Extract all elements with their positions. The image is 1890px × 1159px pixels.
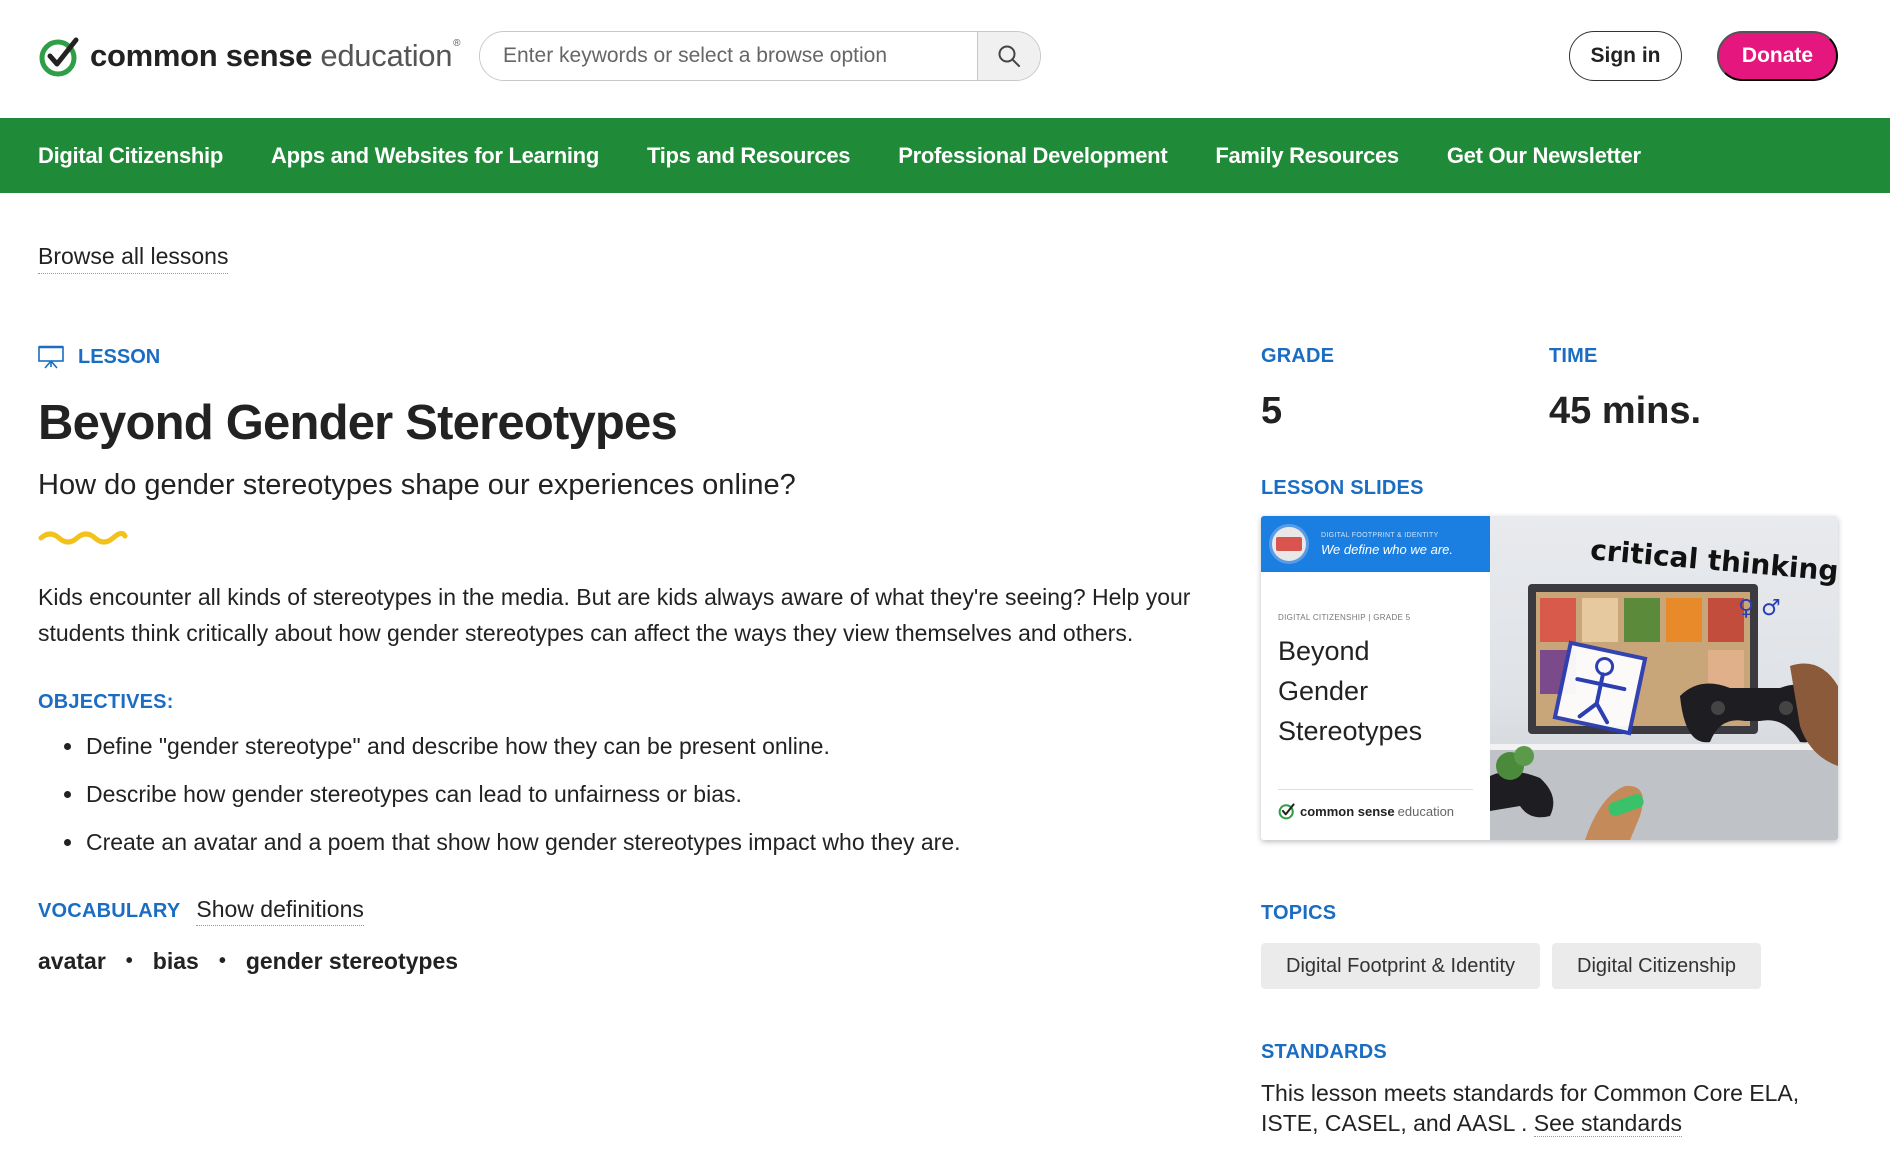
nav-item-family-resources[interactable]: Family Resources — [1215, 143, 1399, 169]
presentation-board-icon — [38, 345, 64, 369]
gender-symbols-icon: ♀ ♂ — [1738, 596, 1781, 621]
page-title: Beyond Gender Stereotypes — [38, 396, 678, 450]
name-tag-badge-icon — [1269, 524, 1309, 564]
search-button[interactable] — [977, 32, 1040, 80]
slide-logo: common sense education — [1278, 802, 1454, 820]
squiggle-divider-icon — [38, 530, 128, 545]
slide-photo: critical thinking ♀ ♂ — [1490, 516, 1838, 840]
standards-heading: STANDARDS — [1261, 1041, 1387, 1063]
see-standards-link[interactable]: See standards — [1533, 1110, 1683, 1137]
lesson-type: LESSON — [38, 345, 1218, 369]
vocabulary-heading: VOCABULARY — [38, 900, 181, 922]
slide-cover: DIGITAL FOOTPRINT & IDENTITY We define w… — [1261, 516, 1490, 840]
lesson-sidebar: GRADE 5 TIME 45 mins. LESSON SLIDES DIGI… — [1261, 345, 1838, 1138]
slide-banner-tagline: We define who we are. — [1321, 541, 1453, 557]
vocabulary-header: VOCABULARY Show definitions — [38, 896, 1218, 926]
slide-banner-kicker: DIGITAL FOOTPRINT & IDENTITY — [1321, 531, 1439, 539]
search-bar — [479, 31, 1041, 81]
slide-banner: DIGITAL FOOTPRINT & IDENTITY We define w… — [1261, 516, 1490, 572]
main-nav: Digital Citizenship Apps and Websites fo… — [0, 118, 1890, 193]
logo-bold-text: common sense — [90, 38, 313, 73]
nav-item-tips-and-resources[interactable]: Tips and Resources — [647, 143, 851, 169]
logo-light-text: education — [320, 38, 453, 73]
site-header: common sense education® Sign in Donate — [0, 0, 1890, 118]
logo-registered-mark: ® — [453, 38, 461, 49]
vocab-separator: • — [218, 950, 226, 972]
vocab-separator: • — [125, 950, 133, 972]
lesson-type-label: LESSON — [78, 345, 161, 368]
lesson-question: How do gender stereotypes shape our expe… — [38, 469, 796, 501]
objective-item: Describe how gender stereotypes can lead… — [38, 782, 1218, 830]
sign-in-button[interactable]: Sign in — [1569, 31, 1682, 81]
slide-logo-light: education — [1397, 803, 1455, 819]
vocab-term: bias — [152, 948, 199, 974]
slide-title-line: Gender — [1278, 676, 1369, 706]
browse-all-lessons-link[interactable]: Browse all lessons — [38, 243, 229, 274]
lesson-description: Kids encounter all kinds of stereotypes … — [38, 584, 1191, 646]
site-logo[interactable]: common sense education® — [38, 34, 461, 78]
show-definitions-link[interactable]: Show definitions — [196, 896, 364, 926]
time-heading: TIME — [1549, 345, 1598, 367]
slide-title-line: Stereotypes — [1278, 716, 1423, 746]
vocab-term: avatar — [38, 948, 106, 974]
standards-summary: This lesson meets standards for Common C… — [1261, 1078, 1838, 1138]
topic-chip-digital-citizenship[interactable]: Digital Citizenship — [1552, 943, 1761, 989]
topics-heading: TOPICS — [1261, 902, 1337, 924]
nav-item-apps-and-websites[interactable]: Apps and Websites for Learning — [271, 143, 599, 169]
time-value: 45 mins. — [1549, 390, 1702, 432]
objective-item: Create an avatar and a poem that show ho… — [38, 830, 1218, 878]
slide-divider — [1278, 789, 1473, 790]
lesson-slides-thumbnail[interactable]: DIGITAL FOOTPRINT & IDENTITY We define w… — [1261, 516, 1838, 840]
donate-button[interactable]: Donate — [1717, 31, 1838, 81]
objectives-heading: OBJECTIVES: — [38, 691, 174, 713]
objective-item: Define "gender stereotype" and describe … — [38, 734, 1218, 782]
slide-kicker: DIGITAL CITIZENSHIP | GRADE 5 — [1278, 613, 1411, 622]
objectives-list: Define "gender stereotype" and describe … — [38, 734, 1218, 878]
topic-chip-digital-footprint[interactable]: Digital Footprint & Identity — [1261, 943, 1540, 989]
checkmark-logo-icon — [1278, 803, 1295, 820]
time-block: TIME 45 mins. — [1549, 345, 1837, 433]
grade-block: GRADE 5 — [1261, 345, 1549, 433]
slide-logo-bold: common sense — [1300, 803, 1395, 819]
nav-item-newsletter[interactable]: Get Our Newsletter — [1447, 143, 1641, 169]
lesson-main: LESSON Beyond Gender Stereotypes How do … — [38, 345, 1218, 975]
vocabulary-terms: avatar • bias • gender stereotypes — [38, 948, 1218, 975]
slide-title-line: Beyond — [1278, 636, 1370, 666]
slide-title: Beyond Gender Stereotypes — [1278, 631, 1422, 751]
checkmark-logo-icon — [39, 37, 79, 77]
topic-chips: Digital Footprint & Identity Digital Cit… — [1261, 943, 1838, 989]
lesson-meta: GRADE 5 TIME 45 mins. — [1261, 345, 1838, 433]
lesson-slides-heading: LESSON SLIDES — [1261, 477, 1424, 499]
grade-value: 5 — [1261, 390, 1283, 432]
search-icon — [998, 45, 1020, 67]
standards-text: This lesson meets standards for Common C… — [1261, 1080, 1800, 1136]
grade-heading: GRADE — [1261, 345, 1335, 367]
vocab-term: gender stereotypes — [245, 948, 459, 974]
nav-item-professional-development[interactable]: Professional Development — [898, 143, 1167, 169]
search-input[interactable] — [480, 32, 977, 80]
logo-wordmark: common sense education® — [90, 38, 461, 74]
nav-item-digital-citizenship[interactable]: Digital Citizenship — [38, 143, 223, 169]
